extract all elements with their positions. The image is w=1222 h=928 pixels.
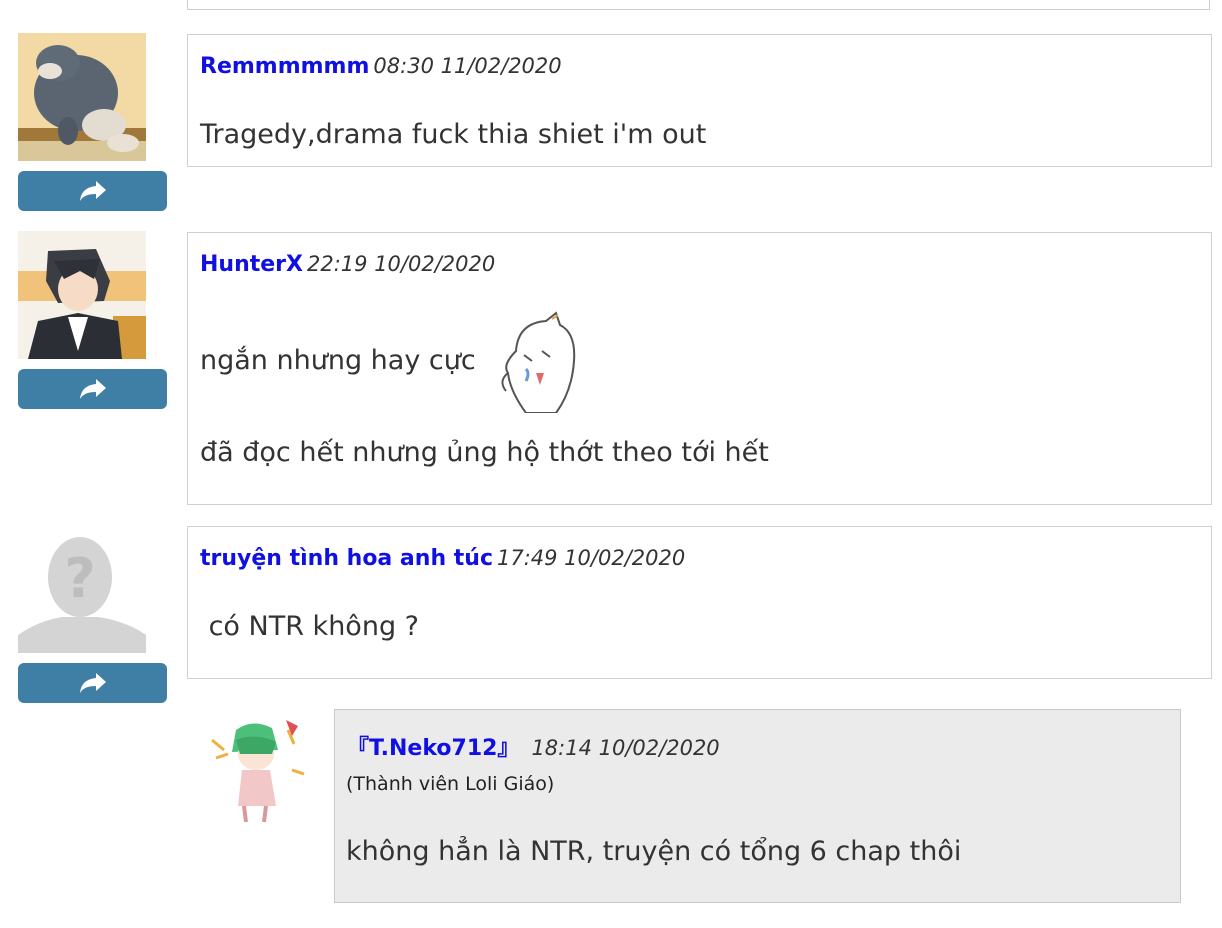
comment-text: có NTR không ? [200, 611, 419, 642]
comment-box: HunterX 22:19 10/02/2020 ngắn nhưng hay c… [187, 232, 1212, 505]
comment-time: 22:19 10/02/2020 [307, 252, 496, 276]
comment-text: ngắn nhưng hay cực [200, 345, 476, 376]
previous-comment-box [187, 0, 1210, 10]
crying-cat-sticker-icon [496, 311, 592, 414]
comment-text: đã đọc hết nhưng ủng hộ thớt theo tới hế… [200, 437, 769, 468]
comment-text: Tragedy,drama fuck thia shiet i'm out [200, 119, 707, 150]
avatar[interactable]: ? [18, 525, 146, 653]
avatar-image [202, 710, 314, 828]
avatar-image [18, 33, 146, 161]
reply-avatar[interactable] [202, 710, 314, 828]
username-link[interactable]: Remmmmmm [200, 54, 369, 79]
avatar[interactable] [18, 231, 146, 359]
reply-header: 『T.Neko712』 18:14 10/02/2020 [347, 730, 720, 762]
reply-button[interactable] [18, 663, 167, 703]
username-link[interactable]: HunterX [200, 252, 303, 277]
comment-header: Remmmmmm 08:30 11/02/2020 [200, 54, 562, 79]
comment-header: HunterX 22:19 10/02/2020 [200, 252, 495, 277]
avatar-image [18, 231, 146, 359]
share-arrow-icon [79, 379, 106, 399]
reply-text: không hẳn là NTR, truyện có tổng 6 chap … [346, 836, 962, 867]
comment-box: truyện tình hoa anh túc 17:49 10/02/2020 … [187, 526, 1212, 679]
avatar[interactable] [18, 33, 146, 161]
username-link[interactable]: truyện tình hoa anh túc [200, 546, 493, 571]
username-link[interactable]: 『T.Neko712』 [347, 736, 519, 761]
comment-header: truyện tình hoa anh túc 17:49 10/02/2020 [200, 546, 685, 571]
member-title: (Thành viên Loli Giáo) [346, 773, 555, 795]
share-arrow-icon [79, 673, 106, 693]
svg-text:?: ? [64, 547, 95, 610]
reply-box: 『T.Neko712』 18:14 10/02/2020 (Thành viên … [334, 709, 1181, 903]
comment-time: 18:14 10/02/2020 [531, 736, 720, 760]
comment-time: 08:30 11/02/2020 [373, 54, 562, 78]
share-arrow-icon [79, 181, 106, 201]
reply-button[interactable] [18, 171, 167, 211]
reply-button[interactable] [18, 369, 167, 409]
comment-time: 17:49 10/02/2020 [496, 546, 686, 570]
default-avatar-icon: ? [18, 525, 146, 653]
comment-box: Remmmmmm 08:30 11/02/2020 Tragedy,drama f… [187, 34, 1212, 167]
